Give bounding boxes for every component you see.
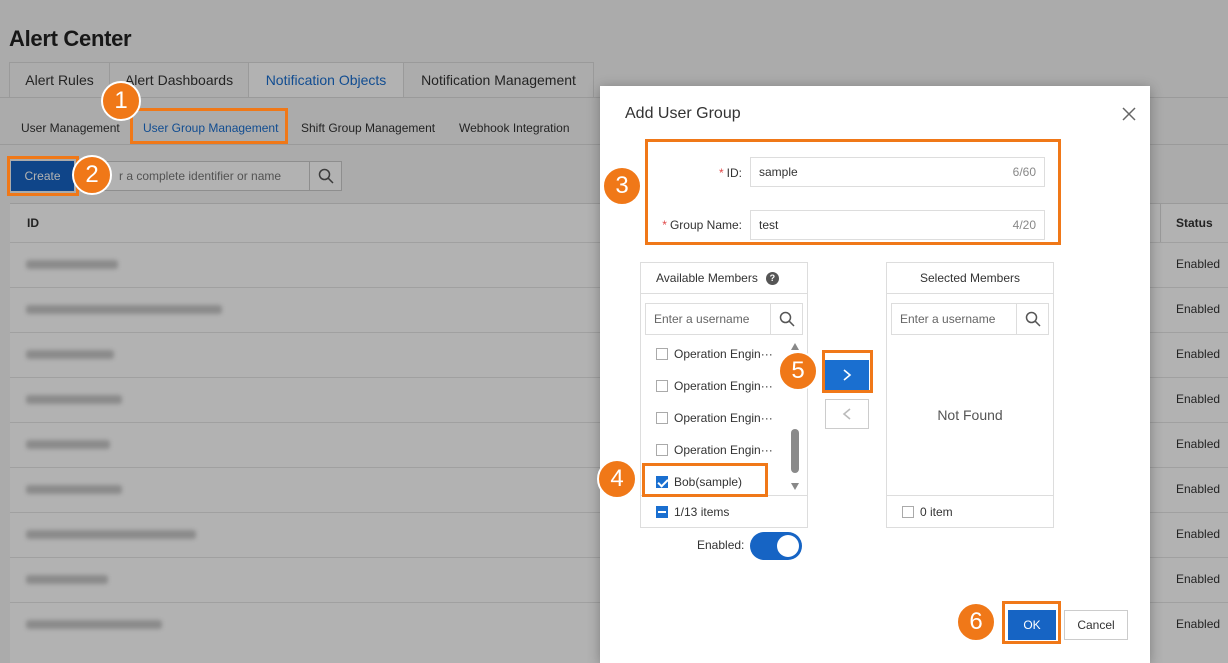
step-marker-4: 4 <box>597 459 637 499</box>
selected-members-title: Selected Members <box>919 271 1021 285</box>
available-members-footer: 1/13 items <box>641 495 807 527</box>
help-icon[interactable]: ? <box>765 271 779 285</box>
highlight-move-right <box>822 350 873 393</box>
member-item[interactable]: Operation Engin··· <box>656 376 773 396</box>
available-search-placeholder: Enter a username <box>654 312 750 326</box>
member-item[interactable]: Operation Engin··· <box>656 344 773 364</box>
member-label: Operation Engin··· <box>674 379 773 393</box>
selected-members-footer: 0 item <box>887 495 1053 527</box>
available-search-button[interactable] <box>770 304 802 334</box>
highlight-bob-member <box>642 463 768 497</box>
member-item[interactable]: Operation Engin··· <box>656 408 773 428</box>
step-marker-6: 6 <box>956 602 996 642</box>
member-checkbox[interactable] <box>656 348 668 360</box>
search-icon <box>779 311 795 327</box>
enabled-toggle[interactable] <box>750 532 802 560</box>
member-label: Operation Engin··· <box>674 411 773 425</box>
step-marker-5: 5 <box>778 351 818 391</box>
empty-state-text: Not Found <box>937 407 1003 423</box>
selected-members-panel: Selected Members Enter a username Not Fo… <box>886 262 1054 528</box>
member-item[interactable]: Operation Engin··· <box>656 440 773 460</box>
step-marker-1: 1 <box>101 81 141 121</box>
member-checkbox[interactable] <box>656 380 668 392</box>
highlight-form-fields <box>645 139 1061 245</box>
select-all-checkbox[interactable] <box>902 505 914 518</box>
chevron-left-icon <box>842 408 851 420</box>
select-all-checkbox[interactable] <box>656 505 668 518</box>
toggle-knob <box>777 535 799 557</box>
close-button[interactable] <box>1119 104 1139 124</box>
selected-members-header: Selected Members <box>887 263 1053 294</box>
available-members-header: Available Members ? <box>641 263 807 294</box>
highlight-user-group-tab <box>130 108 288 144</box>
available-members-title: Available Members <box>656 271 758 285</box>
available-members-search[interactable]: Enter a username <box>645 303 803 335</box>
selected-search-button[interactable] <box>1016 304 1048 334</box>
member-checkbox[interactable] <box>656 412 668 424</box>
member-checkbox[interactable] <box>656 444 668 456</box>
close-icon <box>1122 107 1136 121</box>
dialog-title: Add User Group <box>625 105 741 122</box>
move-left-button[interactable] <box>825 399 869 429</box>
highlight-ok-button <box>1002 601 1061 644</box>
cancel-button[interactable]: Cancel <box>1064 610 1128 640</box>
scroll-thumb[interactable] <box>791 429 799 473</box>
step-marker-3: 3 <box>602 166 642 206</box>
selected-members-search[interactable]: Enter a username <box>891 303 1049 335</box>
selected-search-placeholder: Enter a username <box>900 312 996 326</box>
scroll-down-icon[interactable] <box>791 483 799 490</box>
highlight-create-button <box>7 156 79 196</box>
search-icon <box>1025 311 1041 327</box>
scroll-up-icon[interactable] <box>791 343 799 350</box>
enabled-label: Enabled: <box>697 538 745 552</box>
member-label: Operation Engin··· <box>674 443 773 457</box>
step-marker-2: 2 <box>72 155 112 195</box>
selected-count: 0 item <box>920 504 953 519</box>
member-label: Operation Engin··· <box>674 347 773 361</box>
available-count: 1/13 items <box>674 504 730 519</box>
